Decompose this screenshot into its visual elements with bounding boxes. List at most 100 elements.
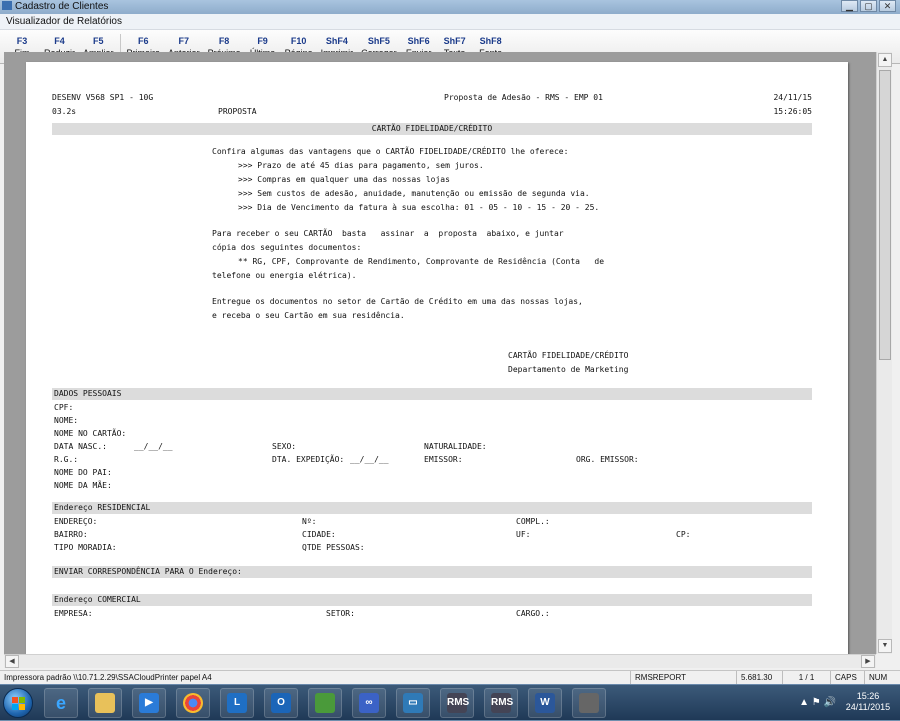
taskbar-media[interactable]: ▶ — [132, 688, 166, 718]
signature-line1: CARTÃO FIDELIDADE/CRÉDITO — [508, 351, 629, 360]
date-blank: __/__/__ — [134, 442, 173, 451]
field-label: CPF: — [54, 403, 74, 412]
field-label: DTA. EXPEDIÇÃO: — [272, 455, 345, 464]
app-icon — [2, 1, 12, 10]
field-label: DATA NASC.: — [54, 442, 107, 451]
printer-status: Impressora padrão \\10.71.2.29\SSACloudP… — [4, 673, 212, 682]
media-player-icon: ▶ — [139, 693, 159, 713]
date-blank: __/__/__ — [350, 455, 389, 464]
deliver-text: Entregue os documentos no setor de Cartã… — [212, 297, 583, 306]
app-icon — [315, 693, 335, 713]
field-label: ORG. EMISSOR: — [576, 455, 639, 464]
tray-icons[interactable]: ▲ ⚑ 🔊 — [799, 697, 836, 708]
residential-section-title: Endereço RESIDENCIAL — [54, 503, 151, 512]
taskbar-app[interactable]: ▭ — [396, 688, 430, 718]
field-label: NOME DO PAI: — [54, 468, 112, 477]
field-label: NOME: — [54, 416, 79, 425]
outlook-icon: O — [271, 693, 291, 713]
taskbar-outlook[interactable]: O — [264, 688, 298, 718]
benefit-item: >>> Prazo de até 45 dias para pagamento,… — [238, 161, 484, 170]
field-label: BAIRRO: — [54, 530, 88, 539]
link-icon: ∞ — [359, 693, 379, 713]
monitor-icon: ▭ — [403, 693, 423, 713]
taskbar-lync[interactable]: L — [220, 688, 254, 718]
field-label: EMPRESA: — [54, 609, 93, 618]
field-label: R.G.: — [54, 455, 79, 464]
scroll-down-icon[interactable]: ▼ — [878, 639, 892, 653]
field-label: CP: — [676, 530, 691, 539]
report-viewport[interactable]: DESENV V568 SP1 - 10G 03.2s PROPOSTA Pro… — [4, 52, 876, 654]
field-label: SETOR: — [326, 609, 355, 618]
report-version: 03.2s — [52, 107, 77, 116]
minimize-icon[interactable]: ▁ — [841, 0, 858, 12]
docs-text: Para receber o seu CARTÃO basta assinar … — [212, 229, 564, 238]
field-label: SEXO: — [272, 442, 297, 451]
field-label: EMISSOR: — [424, 455, 463, 464]
taskbar: e ▶ L O ∞ ▭ RMS RMS W ▲ ⚑ 🔊 15:26 24/11/… — [0, 684, 900, 720]
deliver-text: e receba o seu Cartão em sua residência. — [212, 311, 405, 320]
field-label: QTDE PESSOAS: — [302, 543, 365, 552]
start-button[interactable] — [3, 688, 33, 718]
horizontal-scrollbar[interactable]: ◀ ▶ — [4, 654, 876, 668]
field-label: UF: — [516, 530, 531, 539]
taskbar-app[interactable] — [572, 688, 606, 718]
field-label: CARGO.: — [516, 609, 550, 618]
field-label: COMPL.: — [516, 517, 550, 526]
personal-section-bar — [52, 388, 812, 400]
report-date: 24/11/15 — [773, 93, 812, 102]
residential-section-bar — [52, 502, 812, 514]
scroll-up-icon[interactable]: ▲ — [878, 53, 892, 67]
field-label: NOME NO CARTÃO: — [54, 429, 127, 438]
benefit-item: >>> Sem custos de adesão, anuidade, manu… — [238, 189, 590, 198]
scroll-left-icon[interactable]: ◀ — [5, 655, 19, 668]
outer-window-titlebar: Cadastro de Clientes ▁ ▢ ✕ — [0, 0, 900, 14]
taskbar-rms[interactable]: RMS — [440, 688, 474, 718]
taskbar-app[interactable]: ∞ — [352, 688, 386, 718]
docs-text: ** RG, CPF, Comprovante de Rendimento, C… — [238, 257, 605, 266]
num-indicator: NUM — [864, 671, 900, 685]
commercial-section-bar — [52, 594, 812, 606]
windows-logo-icon — [12, 697, 26, 711]
taskbar-chrome[interactable] — [176, 688, 210, 718]
app-icon — [579, 693, 599, 713]
field-label: NOME DA MÃE: — [54, 481, 112, 490]
field-label: NATURALIDADE: — [424, 442, 487, 451]
docs-text: telefone ou energia elétrica). — [212, 271, 357, 280]
personal-section-title: DADOS PESSOAIS — [54, 389, 122, 398]
scroll-right-icon[interactable]: ▶ — [861, 655, 875, 668]
report-system: DESENV V568 SP1 - 10G — [52, 93, 154, 102]
rms-icon: RMS — [491, 693, 513, 713]
chrome-icon — [183, 693, 203, 713]
field-label: TIPO MORADIA: — [54, 543, 117, 552]
taskbar-explorer[interactable] — [88, 688, 122, 718]
field-label: ENDEREÇO: — [54, 517, 98, 526]
taskbar-word[interactable]: W — [528, 688, 562, 718]
benefit-item: >>> Compras em qualquer uma das nossas l… — [238, 175, 450, 184]
commercial-section-title: Endereço COMERCIAL — [54, 595, 141, 604]
report-section: PROPOSTA — [218, 107, 257, 116]
outer-window-title: Cadastro de Clientes — [2, 0, 108, 14]
signature-line2: Departamento de Marketing — [508, 365, 629, 374]
card-title: CARTÃO FIDELIDADE/CRÉDITO — [371, 124, 493, 133]
report-page: DESENV V568 SP1 - 10G 03.2s PROPOSTA Pro… — [26, 62, 848, 654]
taskbar-rms[interactable]: RMS — [484, 688, 518, 718]
docs-text: cópia dos seguintes documentos: — [212, 243, 362, 252]
taskbar-ie[interactable]: e — [44, 688, 78, 718]
taskbar-app[interactable] — [308, 688, 342, 718]
maximize-icon[interactable]: ▢ — [860, 0, 877, 12]
zoom-status: 5.681.30 — [736, 671, 782, 685]
field-label: CIDADE: — [302, 530, 336, 539]
caps-indicator: CAPS — [830, 671, 864, 685]
correspondence-section-title: ENVIAR CORRESPONDÊNCIA PARA O Endereço: — [54, 567, 242, 576]
status-bar: Impressora padrão \\10.71.2.29\SSACloudP… — [0, 670, 900, 685]
report-time: 15:26:05 — [773, 107, 812, 116]
close-icon[interactable]: ✕ — [879, 0, 896, 12]
window-title: Visualizador de Relatórios — [0, 14, 900, 30]
internet-explorer-icon: e — [55, 693, 66, 713]
vertical-scrollbar[interactable]: ▲ ▼ — [876, 52, 892, 654]
lync-icon: L — [227, 693, 247, 713]
page-count: 1 / 1 — [782, 671, 830, 685]
window-controls: ▁ ▢ ✕ — [841, 0, 896, 12]
vertical-scroll-thumb[interactable] — [879, 70, 891, 360]
clock[interactable]: 15:26 24/11/2015 — [842, 691, 894, 713]
